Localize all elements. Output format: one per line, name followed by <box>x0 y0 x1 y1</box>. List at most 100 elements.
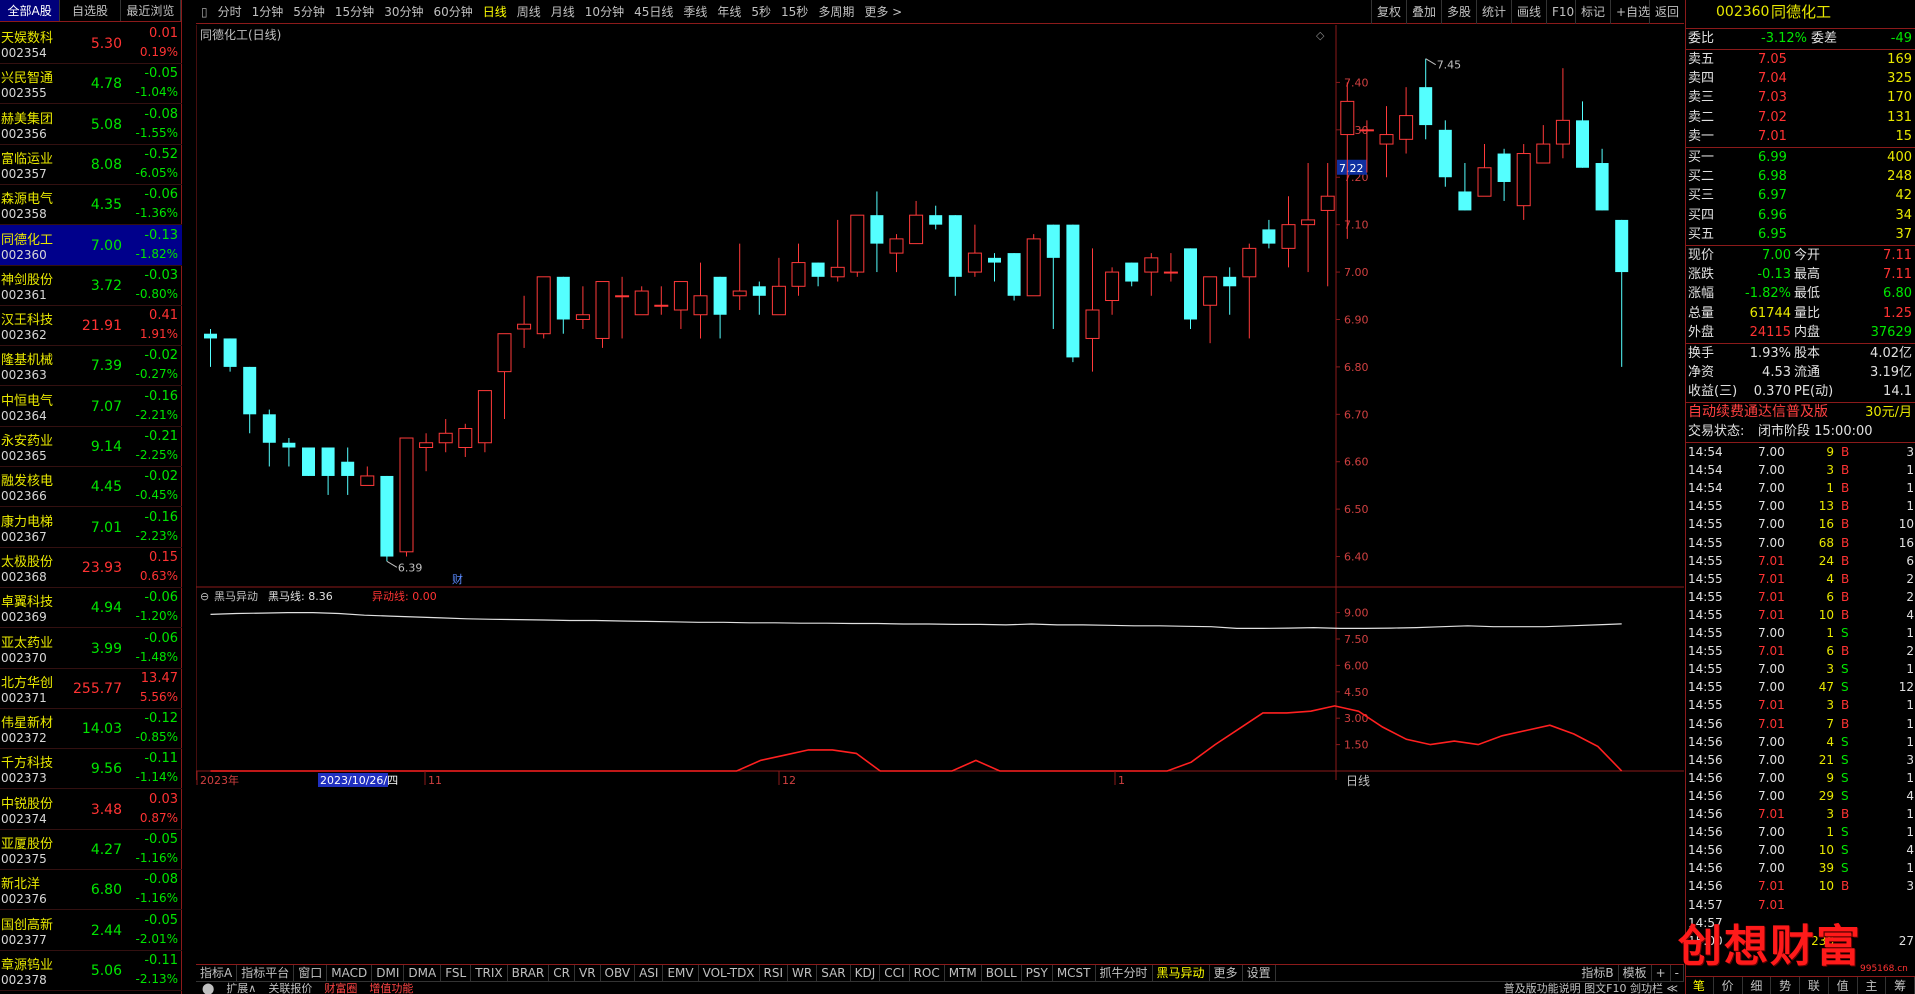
quote-tab[interactable]: 细 <box>1743 977 1772 994</box>
period-button[interactable]: 月线 <box>546 0 580 24</box>
period-button[interactable]: 5分钟 <box>288 0 330 24</box>
indicator-tab[interactable]: 更多 <box>1210 965 1243 981</box>
stock-row[interactable]: 太极股份 002368 23.93 0.15 0.63% <box>0 547 182 588</box>
indicator-tab[interactable]: MTM <box>945 965 982 981</box>
stock-row[interactable]: 中恒电气 002364 7.07 -0.16 -2.21% <box>0 386 182 427</box>
quote-tab[interactable]: 筹 <box>1886 977 1915 994</box>
kline-chart[interactable]: 同德化工(日线) ◇7.407.307.207.107.006.906.806.7… <box>196 25 1684 965</box>
indicator-tab[interactable]: VR <box>575 965 601 981</box>
indicator-tab[interactable]: 窗口 <box>294 965 328 981</box>
indicator-tab[interactable]: OBV <box>601 965 636 981</box>
indicator-tab-right[interactable]: 指标B <box>1577 965 1619 981</box>
indicator-tab[interactable]: EMV <box>663 965 699 981</box>
stock-row[interactable]: 中锐股份 002374 3.48 0.03 0.87% <box>0 789 182 830</box>
indicator-tab[interactable]: KDJ <box>851 965 881 981</box>
stock-row[interactable]: 富临运业 002357 8.08 -0.52 -6.05% <box>0 144 182 185</box>
indicator-tab[interactable]: VOL-TDX <box>699 965 760 981</box>
quote-tab[interactable]: 笔 <box>1685 977 1714 994</box>
period-button[interactable]: 日线 <box>478 0 512 24</box>
stock-row[interactable]: 隆基机械 002363 7.39 -0.02 -0.27% <box>0 345 182 387</box>
period-button[interactable]: 分时 <box>213 0 247 24</box>
period-button[interactable]: 更多 > <box>859 0 907 24</box>
stock-row[interactable]: 千方科技 002373 9.56 -0.11 -1.14% <box>0 748 182 790</box>
stock-row[interactable]: 同德化工 002360 7.00 -0.13 -1.82% <box>0 224 182 266</box>
indicator-tab[interactable]: CCI <box>880 965 910 981</box>
indicator-expand-icon[interactable]: ⊖ <box>200 590 209 603</box>
period-button[interactable]: 5秒 <box>746 0 776 24</box>
indicator-tab-right[interactable]: 模板 <box>1619 965 1652 981</box>
indicator-tab[interactable]: MCST <box>1053 965 1096 981</box>
status-item[interactable]: 增值功能 <box>363 982 419 994</box>
indicator-tab[interactable]: 抓牛分时 <box>1096 965 1153 981</box>
stock-row[interactable]: 神剑股份 002361 3.72 -0.03 -0.80% <box>0 265 182 306</box>
period-button[interactable]: 15秒 <box>776 0 813 24</box>
indicator-tab[interactable]: 设置 <box>1243 965 1276 981</box>
period-button[interactable]: 45日线 <box>629 0 678 24</box>
period-button[interactable]: 年线 <box>712 0 746 24</box>
indicator-tab[interactable]: DMA <box>404 965 442 981</box>
indicator-tab[interactable]: ROC <box>910 965 945 981</box>
indicator-tab[interactable]: RSI <box>760 965 789 981</box>
indicator-tab[interactable]: SAR <box>817 965 851 981</box>
tab-recent[interactable]: 最近浏览 <box>121 0 181 21</box>
period-button[interactable]: 周线 <box>512 0 546 24</box>
quote-tab[interactable]: 势 <box>1771 977 1800 994</box>
stock-row[interactable]: 章源钨业 002378 5.06 -0.11 -2.13% <box>0 950 182 991</box>
toolbar-button[interactable]: 标记 <box>1575 0 1610 24</box>
indicator-tab[interactable]: BRAR <box>508 965 550 981</box>
indicator-tab[interactable]: ASI <box>635 965 664 981</box>
indicator-tab[interactable]: BOLL <box>982 965 1022 981</box>
stock-row[interactable]: 天娱数科 002354 5.30 0.01 0.19% <box>0 23 182 64</box>
indicator-tab[interactable]: 指标A <box>196 965 238 981</box>
tab-all-a-shares[interactable]: 全部A股 <box>0 0 61 21</box>
toolbar-button[interactable]: F10 <box>1546 0 1579 24</box>
status-item[interactable]: 关联报价 <box>262 982 318 994</box>
status-right[interactable]: 普及版功能说明 图文F10 剑功栏 ≪ <box>1498 982 1684 994</box>
stock-row[interactable]: 卓翼科技 002369 4.94 -0.06 -1.20% <box>0 587 182 629</box>
period-button[interactable]: 多周期 <box>813 0 859 24</box>
toggle-panel-icon[interactable]: ▯ <box>196 0 213 24</box>
toolbar-button[interactable]: 多股 <box>1441 0 1476 24</box>
stock-row[interactable]: 亚太药业 002370 3.99 -0.06 -1.48% <box>0 628 182 669</box>
finance-event-mark[interactable]: 财 <box>452 572 463 586</box>
indicator-tab[interactable]: DMI <box>372 965 405 981</box>
toggle-icon[interactable]: ⬤ <box>196 982 220 994</box>
chart-settings-icon[interactable]: ◇ <box>1316 29 1325 42</box>
toolbar-button[interactable]: 画线 <box>1511 0 1546 24</box>
stock-row[interactable]: 北方华创 002371 255.77 13.47 5.56% <box>0 668 182 709</box>
stock-row[interactable]: 融发核电 002366 4.45 -0.02 -0.45% <box>0 466 182 508</box>
period-button[interactable]: 1分钟 <box>247 0 289 24</box>
stock-row[interactable]: 康力电梯 002367 7.01 -0.16 -2.23% <box>0 507 182 548</box>
period-button[interactable]: 15分钟 <box>330 0 379 24</box>
toolbar-button[interactable]: 叠加 <box>1406 0 1441 24</box>
indicator-tab[interactable]: 指标平台 <box>237 965 295 981</box>
toolbar-button[interactable]: +自选 <box>1610 0 1655 24</box>
toolbar-button[interactable]: 复权 <box>1371 0 1406 24</box>
promo-row[interactable]: 自动续费通达信普及版 30元/月 <box>1686 403 1915 422</box>
stock-row[interactable]: 国创高新 002377 2.44 -0.05 -2.01% <box>0 910 182 951</box>
quote-tab[interactable]: 主 <box>1858 977 1887 994</box>
indicator-tab[interactable]: 黑马异动 <box>1153 965 1210 981</box>
period-button[interactable]: 10分钟 <box>580 0 629 24</box>
indicator-tab[interactable]: PSY <box>1022 965 1053 981</box>
stock-row[interactable]: 森源电气 002358 4.35 -0.06 -1.36% <box>0 184 182 226</box>
indicator-tab-right[interactable]: + <box>1652 965 1671 981</box>
quote-tab[interactable]: 值 <box>1829 977 1858 994</box>
period-button[interactable]: 60分钟 <box>428 0 477 24</box>
status-item[interactable]: 财富圈 <box>318 982 363 994</box>
indicator-tab[interactable]: MACD <box>327 965 373 981</box>
quote-tab[interactable]: 价 <box>1714 977 1743 994</box>
stock-row[interactable]: 汉王科技 002362 21.91 0.41 1.91% <box>0 305 182 347</box>
stock-row[interactable]: 亚厦股份 002375 4.27 -0.05 -1.16% <box>0 829 182 870</box>
stock-row[interactable]: 永安药业 002365 9.14 -0.21 -2.25% <box>0 426 182 467</box>
stock-row[interactable]: 伟星新材 002372 14.03 -0.12 -0.85% <box>0 708 182 750</box>
stock-row[interactable]: 兴民智通 002355 4.78 -0.05 -1.04% <box>0 63 182 105</box>
indicator-tab[interactable]: CR <box>549 965 575 981</box>
tab-watchlist[interactable]: 自选股 <box>60 0 121 21</box>
period-button[interactable]: 季线 <box>678 0 712 24</box>
stock-row[interactable]: 赫美集团 002356 5.08 -0.08 -1.55% <box>0 104 182 145</box>
indicator-tab[interactable]: WR <box>788 965 818 981</box>
toolbar-button[interactable]: 统计 <box>1476 0 1511 24</box>
status-item[interactable]: 扩展∧ <box>220 982 262 994</box>
stock-row[interactable]: 新北洋 002376 6.80 -0.08 -1.16% <box>0 869 182 911</box>
